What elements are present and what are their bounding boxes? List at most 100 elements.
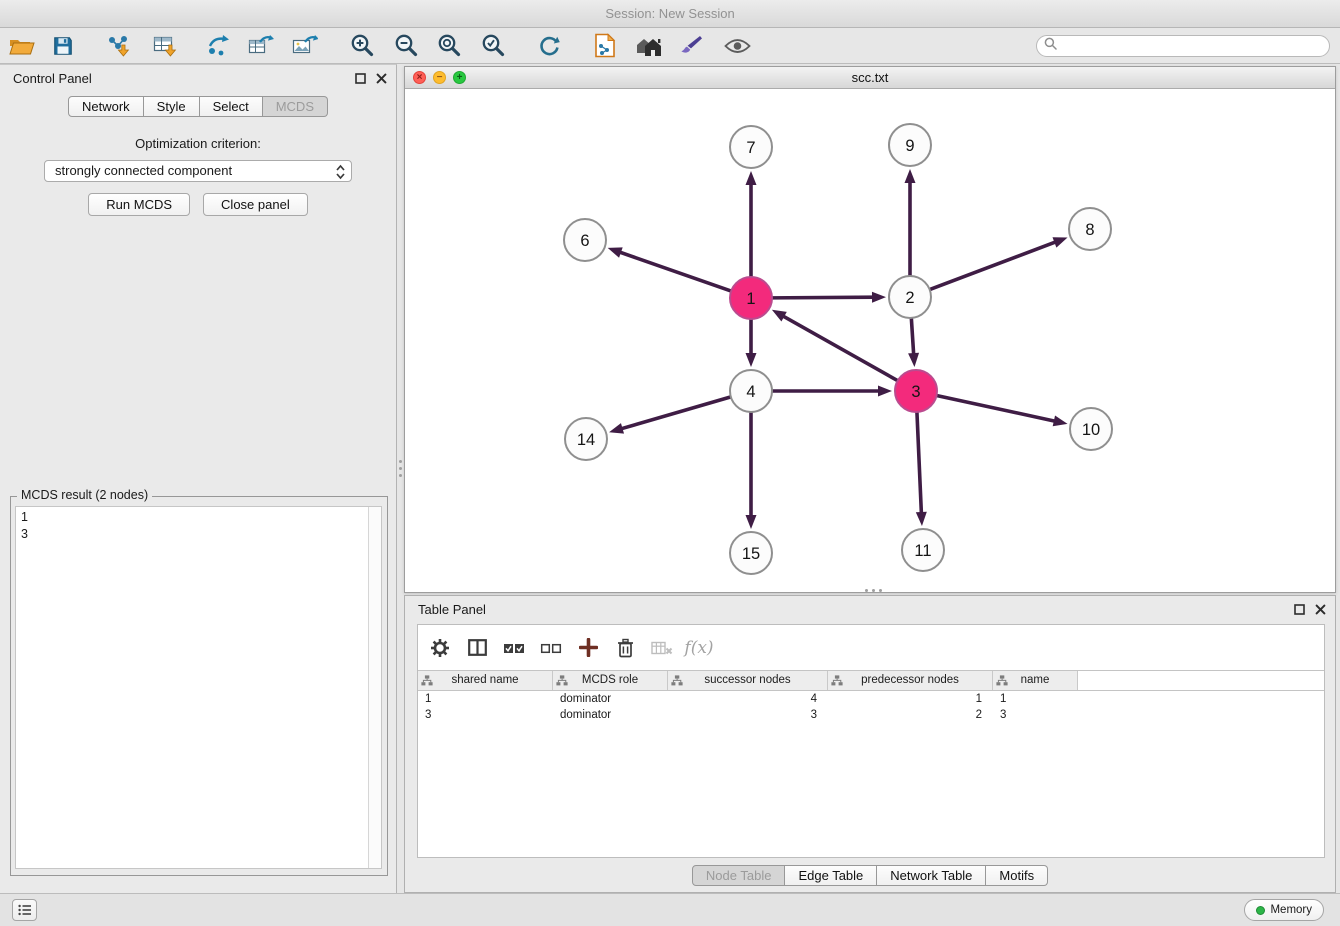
zoom-selected-icon[interactable] bbox=[478, 31, 508, 61]
tab-network[interactable]: Network bbox=[68, 96, 144, 117]
float-panel-icon[interactable] bbox=[354, 72, 367, 85]
table-row[interactable]: 3dominator323 bbox=[418, 707, 1324, 723]
zoom-in-icon[interactable] bbox=[347, 31, 377, 61]
task-history-button[interactable] bbox=[12, 899, 37, 921]
svg-text:11: 11 bbox=[914, 542, 931, 560]
table-tab-network-table[interactable]: Network Table bbox=[877, 865, 986, 886]
column-header-predecessor-nodes[interactable]: predecessor nodes bbox=[828, 671, 993, 690]
select-all-icon[interactable] bbox=[500, 634, 528, 662]
node-6[interactable]: 6 bbox=[564, 219, 606, 261]
svg-text:15: 15 bbox=[742, 545, 760, 563]
maximize-window-icon[interactable]: + bbox=[453, 71, 466, 84]
eye-icon[interactable] bbox=[722, 31, 752, 61]
edge-2-8[interactable] bbox=[930, 237, 1068, 289]
vertical-splitter-handle[interactable] bbox=[398, 460, 402, 486]
document-network-icon[interactable] bbox=[590, 31, 620, 61]
edge-1-4[interactable] bbox=[746, 319, 757, 367]
column-header-successor-nodes[interactable]: successor nodes bbox=[668, 671, 828, 690]
function-builder-icon[interactable]: f(x) bbox=[685, 634, 713, 662]
export-network-icon[interactable] bbox=[203, 31, 233, 61]
edge-1-7[interactable] bbox=[746, 171, 757, 277]
save-icon[interactable] bbox=[48, 31, 78, 61]
gear-icon[interactable] bbox=[426, 634, 454, 662]
table-tab-edge-table[interactable]: Edge Table bbox=[785, 865, 877, 886]
node-15[interactable]: 15 bbox=[730, 532, 772, 574]
edge-4-14[interactable] bbox=[609, 397, 731, 434]
optimization-dropdown[interactable]: strongly connected component bbox=[44, 160, 352, 182]
edge-3-11[interactable] bbox=[916, 412, 927, 526]
result-scrollbar[interactable] bbox=[368, 507, 381, 868]
minimize-window-icon[interactable]: − bbox=[433, 71, 446, 84]
edge-3-1[interactable] bbox=[772, 310, 898, 381]
table-tab-motifs[interactable]: Motifs bbox=[986, 865, 1048, 886]
delete-table-icon[interactable] bbox=[648, 634, 676, 662]
table-row[interactable]: 1dominator411 bbox=[418, 691, 1324, 707]
open-folder-icon[interactable] bbox=[7, 31, 37, 61]
search-input[interactable] bbox=[1061, 39, 1329, 53]
node-9[interactable]: 9 bbox=[889, 124, 931, 166]
refresh-icon[interactable] bbox=[534, 31, 564, 61]
close-window-icon[interactable]: × bbox=[413, 71, 426, 84]
network-canvas[interactable]: 7 9 6 8 1 2 4 3 14 10 15 11 bbox=[405, 89, 1335, 592]
export-table-icon[interactable] bbox=[246, 31, 276, 61]
column-header-shared-name[interactable]: shared name bbox=[418, 671, 553, 690]
import-table-icon[interactable] bbox=[151, 31, 181, 61]
svg-text:9: 9 bbox=[905, 137, 914, 155]
edge-3-10[interactable] bbox=[937, 395, 1068, 426]
horizontal-splitter-handle[interactable] bbox=[860, 589, 886, 593]
node-10[interactable]: 10 bbox=[1070, 408, 1112, 450]
network-window-titlebar[interactable]: × − + scc.txt bbox=[405, 67, 1335, 89]
close-panel-icon[interactable] bbox=[375, 72, 388, 85]
memory-label: Memory bbox=[1270, 904, 1312, 916]
split-columns-icon[interactable] bbox=[463, 634, 491, 662]
run-mcds-button[interactable]: Run MCDS bbox=[88, 193, 190, 216]
chevron-up-down-icon bbox=[335, 164, 346, 186]
edge-1-6[interactable] bbox=[608, 247, 732, 291]
node-4[interactable]: 4 bbox=[730, 370, 772, 412]
network-graph[interactable]: 7 9 6 8 1 2 4 3 14 10 15 11 bbox=[405, 89, 1335, 592]
node-2[interactable]: 2 bbox=[889, 276, 931, 318]
add-column-icon[interactable] bbox=[574, 634, 602, 662]
home-icon[interactable] bbox=[633, 31, 663, 61]
edge-1-2[interactable] bbox=[772, 292, 886, 303]
svg-text:6: 6 bbox=[580, 232, 589, 250]
import-network-icon[interactable] bbox=[104, 31, 134, 61]
column-header-name[interactable]: name bbox=[993, 671, 1078, 690]
float-table-panel-icon[interactable] bbox=[1293, 603, 1306, 616]
search-field[interactable] bbox=[1036, 35, 1330, 57]
unselect-all-icon[interactable] bbox=[537, 634, 565, 662]
mcds-result-title: MCDS result (2 nodes) bbox=[17, 488, 152, 502]
svg-text:14: 14 bbox=[577, 431, 595, 449]
tab-style[interactable]: Style bbox=[144, 96, 200, 117]
apply-style-icon[interactable] bbox=[676, 31, 706, 61]
memory-button[interactable]: Memory bbox=[1244, 899, 1324, 921]
table-header-row: shared nameMCDS rolesuccessor nodesprede… bbox=[418, 670, 1324, 691]
zoom-out-icon[interactable] bbox=[391, 31, 421, 61]
tab-select[interactable]: Select bbox=[200, 96, 263, 117]
mcds-result-box: MCDS result (2 nodes) 1 3 bbox=[10, 496, 388, 876]
node-11[interactable]: 11 bbox=[902, 529, 944, 571]
control-panel-tabs: NetworkStyleSelectMCDS bbox=[0, 96, 396, 117]
edge-2-9[interactable] bbox=[905, 169, 916, 276]
export-image-icon[interactable] bbox=[290, 31, 320, 61]
node-14[interactable]: 14 bbox=[565, 418, 607, 460]
table-tab-node-table[interactable]: Node Table bbox=[692, 865, 786, 886]
column-header-MCDS-role[interactable]: MCDS role bbox=[553, 671, 668, 690]
node-1[interactable]: 1 bbox=[730, 277, 772, 319]
edge-4-3[interactable] bbox=[772, 386, 892, 397]
table-cell: 3 bbox=[993, 707, 1078, 723]
zoom-fit-icon[interactable] bbox=[434, 31, 464, 61]
close-panel-button[interactable]: Close panel bbox=[203, 193, 308, 216]
node-7[interactable]: 7 bbox=[730, 126, 772, 168]
node-8[interactable]: 8 bbox=[1069, 208, 1111, 250]
close-table-panel-icon[interactable] bbox=[1314, 603, 1327, 616]
node-3[interactable]: 3 bbox=[895, 370, 937, 412]
table-content: f(x) shared nameMCDS rolesuccessor nodes… bbox=[417, 624, 1325, 858]
network-window-title: scc.txt bbox=[852, 70, 889, 85]
trash-icon[interactable] bbox=[611, 634, 639, 662]
main-toolbar bbox=[0, 28, 1340, 64]
control-panel: Control Panel NetworkStyleSelectMCDS Opt… bbox=[0, 64, 397, 893]
edge-4-15[interactable] bbox=[746, 412, 757, 529]
edge-2-3[interactable] bbox=[908, 318, 919, 367]
tab-mcds[interactable]: MCDS bbox=[263, 96, 328, 117]
